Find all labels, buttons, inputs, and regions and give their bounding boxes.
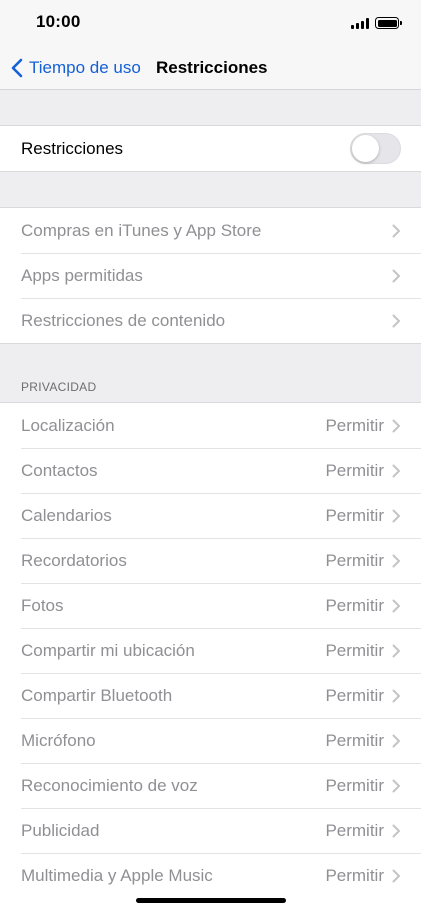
row-value: Permitir [325,550,384,570]
chevron-right-icon [392,269,400,282]
row-value: Permitir [325,595,384,615]
restrictions-toggle-label: Restricciones [21,138,124,158]
store-settings-group: Compras en iTunes y App Store Apps permit… [0,207,421,344]
privacy-row-calendarios[interactable]: Calendarios Permitir [0,493,421,538]
row-label: Compartir Bluetooth [21,685,173,705]
row-value: Permitir [325,685,384,705]
row-label: Publicidad [21,820,100,840]
privacy-row-microfono[interactable]: Micrófono Permitir [0,718,421,763]
back-label: Tiempo de uso [29,58,141,77]
row-value: Permitir [325,415,384,435]
navigation-bar: Tiempo de uso Restricciones [0,46,421,90]
chevron-right-icon [392,644,400,657]
privacy-row-recordatorios[interactable]: Recordatorios Permitir [0,538,421,583]
restrictions-toggle-row: Restricciones [0,126,421,171]
settings-row-compras-en-itunes-y-app-store[interactable]: Compras en iTunes y App Store [0,208,421,253]
status-bar: 10:00 [0,0,421,46]
chevron-right-icon [392,869,400,882]
chevron-right-icon [392,779,400,792]
chevron-right-icon [392,314,400,327]
chevron-right-icon [392,419,400,432]
chevron-right-icon [392,689,400,702]
chevron-right-icon [392,734,400,747]
row-label: Contactos [21,460,98,480]
privacy-row-contactos[interactable]: Contactos Permitir [0,448,421,493]
chevron-left-icon [11,58,23,78]
toggle-knob [352,135,379,162]
row-label: Reconocimiento de voz [21,775,198,795]
row-value: Permitir [325,820,384,840]
row-label: Fotos [21,595,64,615]
row-value: Permitir [325,730,384,750]
row-label: Calendarios [21,505,112,525]
row-value: Permitir [325,775,384,795]
row-label: Restricciones de contenido [21,310,226,330]
status-icons [351,16,402,30]
settings-content: Restricciones Compras en iTunes y App St… [0,90,421,899]
home-area [0,890,421,912]
row-value: Permitir [325,865,384,885]
privacy-section-header: PRIVACIDAD [21,380,97,394]
privacy-row-compartir-mi-ubicacion[interactable]: Compartir mi ubicación Permitir [0,628,421,673]
row-value: Permitir [325,640,384,660]
settings-row-apps-permitidas[interactable]: Apps permitidas [0,253,421,298]
chevron-right-icon [392,509,400,522]
row-label: Compras en iTunes y App Store [21,220,262,240]
row-value: Permitir [325,505,384,525]
privacy-row-localizacion[interactable]: Localización Permitir [0,403,421,448]
row-label: Apps permitidas [21,265,143,285]
restrictions-toggle-switch[interactable] [350,133,401,164]
restrictions-toggle-group: Restricciones [0,125,421,172]
chevron-right-icon [392,824,400,837]
page-title: Restricciones [156,58,268,77]
row-label: Compartir mi ubicación [21,640,195,660]
row-label: Multimedia y Apple Music [21,865,213,885]
signal-icon [351,17,369,29]
privacy-row-reconocimiento-de-voz[interactable]: Reconocimiento de voz Permitir [0,763,421,808]
status-time: 10:00 [36,12,81,31]
row-value: Permitir [325,460,384,480]
privacy-settings-group: Localización Permitir Contactos Permitir Cal… [0,402,421,899]
home-indicator[interactable] [136,898,286,903]
row-label: Localización [21,415,115,435]
chevron-right-icon [392,554,400,567]
chevron-right-icon [392,224,400,237]
row-label: Recordatorios [21,550,127,570]
privacy-row-publicidad[interactable]: Publicidad Permitir [0,808,421,853]
settings-row-restricciones-de-contenido[interactable]: Restricciones de contenido [0,298,421,343]
chevron-right-icon [392,599,400,612]
chevron-right-icon [392,464,400,477]
row-label: Micrófono [21,730,96,750]
privacy-row-compartir-bluetooth[interactable]: Compartir Bluetooth Permitir [0,673,421,718]
battery-icon [375,17,402,29]
back-button[interactable]: Tiempo de uso [10,56,141,80]
privacy-row-fotos[interactable]: Fotos Permitir [0,583,421,628]
